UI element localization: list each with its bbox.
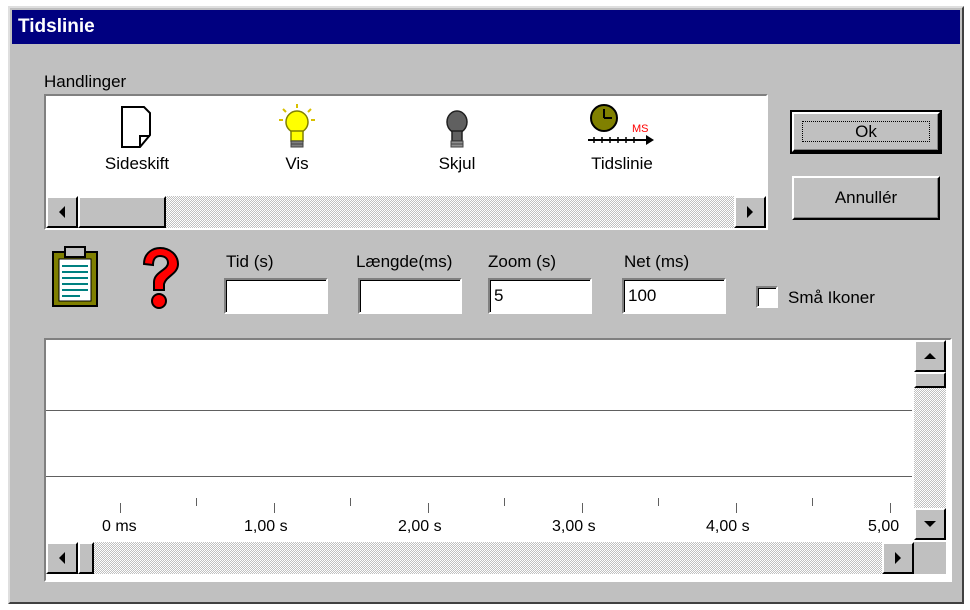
- timeline-vscroll-track[interactable]: [914, 372, 946, 508]
- zoom-input[interactable]: 5: [488, 278, 592, 314]
- action-label: Skjul: [438, 154, 476, 173]
- timeline-tick: [812, 498, 813, 506]
- timeline-track-divider: [46, 476, 912, 477]
- small-icons-label[interactable]: Små Ikoner: [788, 288, 875, 308]
- arrow-up-icon: [924, 353, 936, 359]
- grid-field-label: Net (ms): [624, 252, 690, 271]
- timeline-tick: [504, 498, 505, 506]
- timeline-tick: [196, 498, 197, 506]
- timeline-tick: [736, 503, 737, 513]
- timeline-tick: [890, 503, 891, 513]
- action-item-show[interactable]: Vis: [232, 104, 362, 184]
- timeline-tick-label: 3,00 s: [552, 518, 596, 535]
- timeline-tick: [658, 498, 659, 506]
- zoom-field-label: Zoom (s): [488, 252, 556, 271]
- timeline-tick-label: 0 ms: [102, 518, 137, 535]
- timeline-tick-label: 4,00 s: [706, 518, 750, 535]
- cancel-button[interactable]: Annullér: [792, 176, 940, 220]
- timeline-tick-label: 2,00 s: [398, 518, 442, 535]
- action-label: Sideskift: [104, 154, 170, 173]
- timeline-dialog: Tidslinie Handlinger Sideskift Vis Skjul…: [8, 6, 964, 604]
- scrollbar-corner: [914, 542, 946, 574]
- timeline-tick: [120, 503, 121, 513]
- action-item-page-break[interactable]: Sideskift: [72, 104, 202, 184]
- timeline-tick-label: 5,00: [868, 518, 900, 535]
- action-item-timeline[interactable]: MS Tidslinie: [552, 104, 692, 184]
- lightbulb-off-icon: [446, 110, 468, 148]
- timeline-clock-icon: MS: [588, 104, 654, 145]
- timeline-canvas[interactable]: [44, 338, 952, 582]
- action-label: Vis: [285, 154, 309, 173]
- actions-group-label: Handlinger: [44, 72, 127, 91]
- length-input[interactable]: [358, 278, 462, 314]
- timeline-tick: [582, 503, 583, 513]
- arrow-right-icon: [747, 206, 753, 218]
- page-break-icon: [121, 106, 151, 148]
- timeline-tick: [274, 503, 275, 513]
- timeline-hscroll-track[interactable]: [78, 542, 882, 574]
- timeline-scroll-left-button[interactable]: [46, 542, 78, 574]
- action-label: Tidslinie: [591, 154, 653, 173]
- lightbulb-on-icon: [279, 104, 315, 148]
- actions-scroll-left-button[interactable]: [46, 196, 78, 228]
- arrow-down-icon: [924, 521, 936, 527]
- timeline-tick: [428, 503, 429, 513]
- actions-scroll-thumb[interactable]: [78, 196, 166, 228]
- time-input[interactable]: [224, 278, 328, 314]
- dialog-title: Tidslinie: [12, 10, 960, 44]
- timeline-scroll-up-button[interactable]: [914, 340, 946, 372]
- timeline-tick-label: 1,00 s: [244, 518, 288, 535]
- small-icons-checkbox[interactable]: [756, 286, 778, 308]
- length-field-label: Længde(ms): [356, 252, 453, 271]
- timeline-scroll-right-button[interactable]: [882, 542, 914, 574]
- ms-label: MS: [632, 123, 649, 135]
- grid-input[interactable]: 100: [622, 278, 726, 314]
- arrow-left-icon: [59, 206, 65, 218]
- help-question-icon[interactable]: [136, 246, 182, 310]
- timeline-vscroll-thumb[interactable]: [914, 372, 946, 388]
- action-item-hide[interactable]: Skjul: [392, 104, 522, 184]
- ok-button[interactable]: Ok: [790, 110, 942, 154]
- actions-scroll-right-button[interactable]: [734, 196, 766, 228]
- timeline-hscroll-thumb[interactable]: [78, 542, 94, 574]
- actions-scroll-track[interactable]: [78, 196, 734, 228]
- arrow-right-icon: [895, 552, 901, 564]
- timeline-scroll-down-button[interactable]: [914, 508, 946, 540]
- timeline-track-divider: [46, 410, 912, 411]
- arrow-left-icon: [59, 552, 65, 564]
- timeline-tick: [350, 498, 351, 506]
- clipboard-icon[interactable]: [50, 246, 100, 308]
- actions-list: Sideskift Vis Skjul MS Tidslinie: [44, 94, 768, 230]
- time-field-label: Tid (s): [226, 252, 274, 271]
- ok-button-label: Ok: [802, 121, 930, 142]
